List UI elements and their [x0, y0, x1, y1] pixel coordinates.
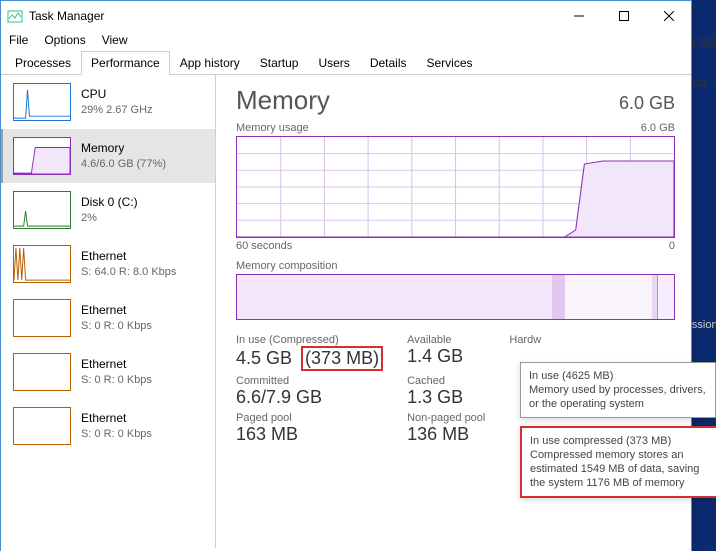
sidebar-item-sub: S: 64.0 R: 8.0 Kbps — [81, 264, 176, 280]
tabstrip: Processes Performance App history Startu… — [1, 51, 691, 75]
stat-paged-value: 163 MB — [236, 424, 383, 445]
sidebar-item-ethernet-1[interactable]: Ethernet S: 0 R: 0 Kbps — [1, 291, 215, 345]
memory-composition-chart[interactable] — [236, 274, 675, 320]
menu-view[interactable]: View — [102, 33, 128, 47]
chart-ymax: 6.0 GB — [641, 122, 675, 134]
sidebar-item-ethernet-2[interactable]: Ethernet S: 0 R: 0 Kbps — [1, 345, 215, 399]
chart-label: Memory usage — [236, 122, 309, 134]
composition-label: Memory composition — [236, 260, 675, 272]
tooltip-title: In use (4625 MB) — [529, 369, 707, 383]
sidebar-item-disk[interactable]: Disk 0 (C:) 2% — [1, 183, 215, 237]
sidebar-item-label: Ethernet — [81, 410, 152, 426]
ethernet-thumb-icon — [13, 353, 71, 391]
maximize-button[interactable] — [601, 1, 646, 31]
chart-xleft: 60 seconds — [236, 240, 292, 252]
menu-options[interactable]: Options — [44, 33, 85, 47]
disk-thumb-icon — [13, 191, 71, 229]
titlebar[interactable]: Task Manager — [1, 1, 691, 31]
stat-nonpaged-label: Non-paged pool — [407, 412, 485, 424]
stat-nonpaged-value: 136 MB — [407, 424, 485, 445]
ethernet-thumb-icon — [13, 407, 71, 445]
ethernet-thumb-icon — [13, 299, 71, 337]
tooltip-inuse-compressed: In use compressed (373 MB) Compressed me… — [520, 426, 716, 498]
tooltip-body: Compressed memory stores an estimated 15… — [530, 448, 708, 490]
tab-services[interactable]: Services — [417, 51, 483, 75]
tab-processes[interactable]: Processes — [5, 51, 81, 75]
sidebar-item-label: Ethernet — [81, 302, 152, 318]
tab-startup[interactable]: Startup — [250, 51, 309, 75]
stat-inuse-compressed: (373 MB) — [301, 346, 383, 371]
sidebar-item-memory[interactable]: Memory 4.6/6.0 GB (77%) — [1, 129, 215, 183]
sidebar-item-sub: S: 0 R: 0 Kbps — [81, 426, 152, 442]
sidebar-item-label: Ethernet — [81, 356, 152, 372]
stat-hardware-label: Hardw — [509, 334, 541, 346]
stat-committed-label: Committed — [236, 375, 383, 387]
tab-performance[interactable]: Performance — [81, 51, 170, 75]
window-title: Task Manager — [29, 9, 104, 23]
tooltip-body: Memory used by processes, drivers, or th… — [529, 383, 707, 411]
stat-committed-value: 6.6/7.9 GB — [236, 387, 383, 408]
tab-app-history[interactable]: App history — [170, 51, 250, 75]
sidebar-item-sub: 2% — [81, 210, 138, 226]
tooltip-inuse: In use (4625 MB) Memory used by processe… — [520, 362, 716, 418]
stat-cached-label: Cached — [407, 375, 485, 387]
stat-paged-label: Paged pool — [236, 412, 383, 424]
ethernet-thumb-icon — [13, 245, 71, 283]
sidebar[interactable]: CPU 29% 2.67 GHz Memory 4.6/6.0 GB (77%) — [1, 75, 216, 548]
page-title: Memory — [236, 85, 330, 116]
memory-thumb-icon — [13, 137, 71, 175]
tooltip-title: In use compressed (373 MB) — [530, 434, 708, 448]
stat-available-label: Available — [407, 334, 485, 346]
sidebar-item-ethernet-0[interactable]: Ethernet S: 64.0 R: 8.0 Kbps — [1, 237, 215, 291]
sidebar-item-cpu[interactable]: CPU 29% 2.67 GHz — [1, 75, 215, 129]
memory-capacity: 6.0 GB — [619, 93, 675, 114]
stat-inuse-value: 4.5 GB (373 MB) — [236, 346, 383, 371]
menu-file[interactable]: File — [9, 33, 28, 47]
sidebar-item-sub: S: 0 R: 0 Kbps — [81, 318, 152, 334]
sidebar-item-ethernet-3[interactable]: Ethernet S: 0 R: 0 Kbps — [1, 399, 215, 453]
sidebar-item-sub: S: 0 R: 0 Kbps — [81, 372, 152, 388]
sidebar-item-label: CPU — [81, 86, 153, 102]
sidebar-item-label: Memory — [81, 140, 166, 156]
memory-stats: In use (Compressed) 4.5 GB (373 MB) Avai… — [236, 334, 541, 445]
tab-details[interactable]: Details — [360, 51, 417, 75]
menubar: File Options View — [1, 31, 691, 51]
stat-inuse-label: In use (Compressed) — [236, 334, 383, 346]
sidebar-item-label: Disk 0 (C:) — [81, 194, 138, 210]
sidebar-item-label: Ethernet — [81, 248, 176, 264]
tab-users[interactable]: Users — [308, 51, 359, 75]
stat-cached-value: 1.3 GB — [407, 387, 485, 408]
chart-xright: 0 — [669, 240, 675, 252]
memory-usage-chart[interactable] — [236, 136, 675, 238]
sidebar-item-sub: 29% 2.67 GHz — [81, 102, 153, 118]
stat-available-value: 1.4 GB — [407, 346, 485, 367]
cpu-thumb-icon — [13, 83, 71, 121]
sidebar-item-sub: 4.6/6.0 GB (77%) — [81, 156, 166, 172]
app-icon — [7, 8, 23, 24]
minimize-button[interactable] — [556, 1, 601, 31]
close-button[interactable] — [646, 1, 691, 31]
